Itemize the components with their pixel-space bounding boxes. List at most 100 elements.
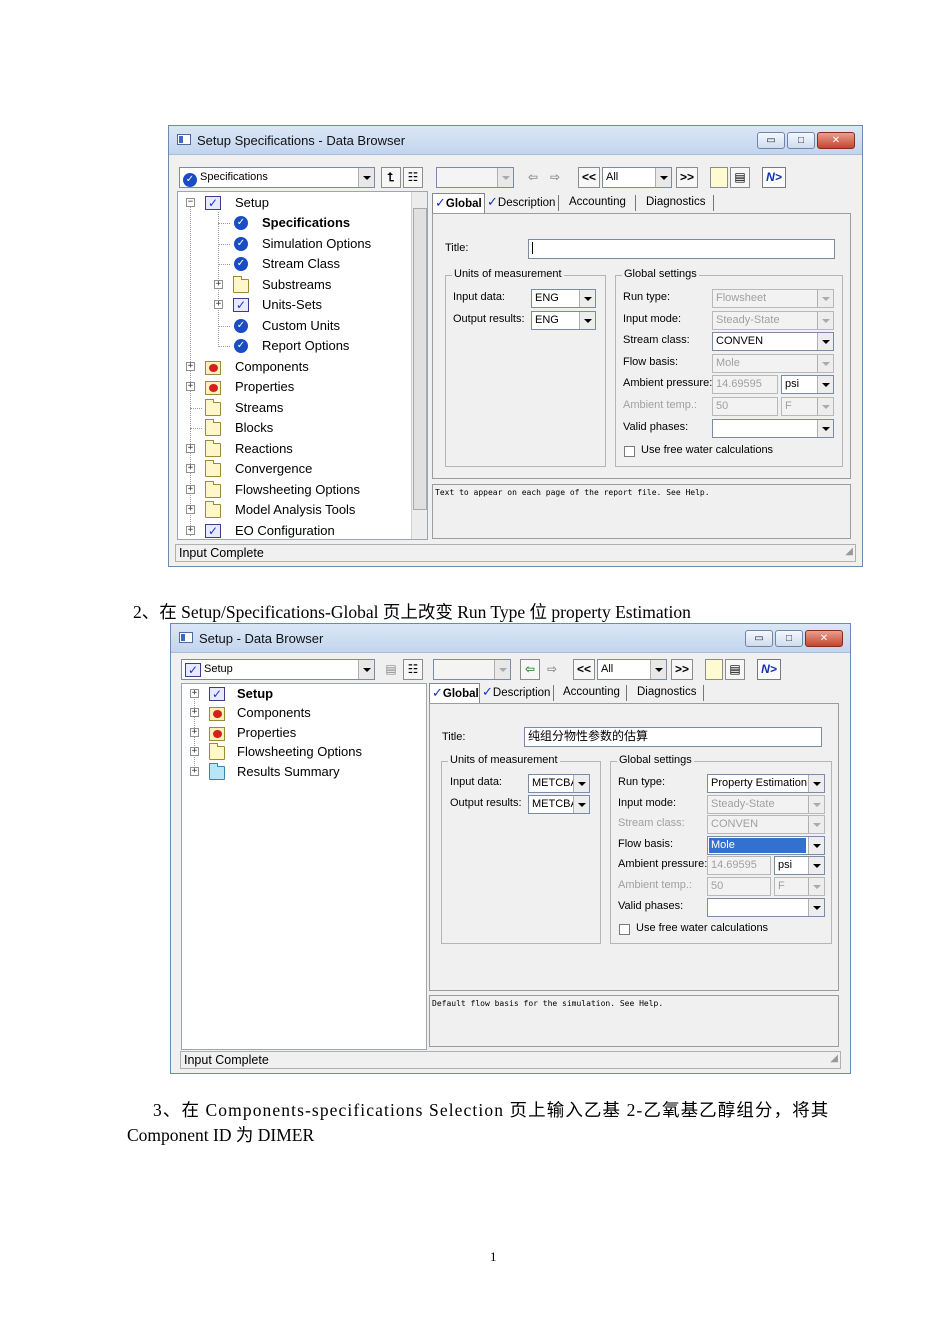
expander-icon[interactable]: +	[190, 689, 199, 698]
object-combo[interactable]	[436, 167, 514, 188]
tree-item-custom-units[interactable]: ✓ Custom Units	[178, 317, 408, 335]
close-button[interactable]: ✕	[805, 630, 843, 647]
nav-combo[interactable]: ✓ Setup	[181, 659, 375, 680]
minimize-button[interactable]: ▭	[745, 630, 773, 647]
tree-item-components[interactable]: + Components	[182, 704, 412, 722]
tab-description[interactable]: ✓Description	[482, 683, 550, 703]
ambient-pressure-unit-select[interactable]: psi	[774, 856, 825, 875]
output-results-select[interactable]: METCBA	[528, 795, 590, 814]
expander-icon[interactable]: +	[214, 300, 223, 309]
status-button[interactable]: ▤	[725, 659, 745, 680]
comment-button[interactable]	[705, 659, 723, 680]
input-data-select[interactable]: ENG	[531, 289, 596, 308]
close-button[interactable]: ✕	[817, 132, 855, 149]
stream-class-select[interactable]: CONVEN	[712, 332, 834, 351]
run-type-select[interactable]: Flowsheet	[712, 289, 834, 308]
tree-toggle-button[interactable]: ☷	[403, 167, 423, 188]
tree-item-eo-configuration[interactable]: + ✓ EO Configuration	[178, 522, 408, 539]
ambient-temp-input[interactable]: 50	[712, 397, 778, 416]
input-mode-select[interactable]: Steady-State	[712, 311, 834, 330]
free-water-checkbox[interactable]	[619, 924, 630, 935]
free-water-checkbox[interactable]	[624, 446, 635, 457]
status-button[interactable]: ▤	[730, 167, 750, 188]
comment-button[interactable]	[710, 167, 728, 188]
expander-icon[interactable]: +	[190, 747, 199, 756]
tree-item-results-summary[interactable]: + Results Summary	[182, 763, 412, 781]
valid-phases-select[interactable]	[707, 898, 825, 917]
tab-diagnostics[interactable]: Diagnostics	[646, 193, 705, 213]
title-input[interactable]: 纯组分物性参数的估算	[524, 727, 822, 747]
filter-combo[interactable]: All	[602, 167, 672, 188]
previous-button[interactable]: <<	[573, 659, 595, 680]
filter-combo[interactable]: All	[597, 659, 667, 680]
next-input-button[interactable]: N>	[757, 659, 781, 680]
expander-icon[interactable]: +	[186, 526, 195, 535]
next-input-button[interactable]: N>	[762, 167, 786, 188]
previous-button[interactable]: <<	[578, 167, 600, 188]
expander-icon[interactable]: +	[186, 362, 195, 371]
ambient-temp-input[interactable]: 50	[707, 877, 771, 896]
forward-arrow-button[interactable]: ⇨	[545, 167, 565, 188]
back-arrow-button[interactable]: ⇦	[520, 659, 540, 680]
tab-accounting[interactable]: Accounting	[569, 193, 626, 213]
scroll-thumb[interactable]	[413, 208, 427, 510]
tab-accounting[interactable]: Accounting	[563, 683, 620, 703]
ambient-temp-unit-select[interactable]: F	[781, 397, 834, 416]
expander-icon[interactable]: +	[186, 505, 195, 514]
ambient-pressure-input[interactable]: 14.69595	[712, 375, 778, 394]
expander-icon[interactable]: +	[186, 444, 195, 453]
resize-grip-icon[interactable]: ◢	[830, 1051, 838, 1067]
output-results-select[interactable]: ENG	[531, 311, 596, 330]
tree-item-streams[interactable]: Streams	[178, 399, 408, 417]
tree-item-specifications[interactable]: ✓ Specifications	[178, 214, 408, 232]
tree-item-model-analysis-tools[interactable]: + Model Analysis Tools	[178, 501, 408, 519]
minimize-button[interactable]: ▭	[757, 132, 785, 149]
expander-icon[interactable]: +	[186, 485, 195, 494]
next-button[interactable]: >>	[676, 167, 698, 188]
flow-basis-select[interactable]: Mole	[712, 354, 834, 373]
input-mode-select[interactable]: Steady-State	[707, 795, 825, 814]
expander-icon[interactable]: +	[190, 728, 199, 737]
tree-item-flowsheeting-options[interactable]: + Flowsheeting Options	[182, 743, 412, 761]
tree-item-reactions[interactable]: + Reactions	[178, 440, 408, 458]
title-input[interactable]	[528, 239, 835, 259]
expander-icon[interactable]: +	[190, 708, 199, 717]
ambient-pressure-unit-select[interactable]: psi	[781, 375, 834, 394]
tree-item-flowsheeting-options[interactable]: + Flowsheeting Options	[178, 481, 408, 499]
tree-item-blocks[interactable]: Blocks	[178, 419, 408, 437]
flow-basis-select[interactable]: Mole	[707, 836, 825, 855]
tree-scrollbar[interactable]	[411, 192, 427, 539]
ambient-temp-unit-select[interactable]: F	[774, 877, 825, 896]
tab-global[interactable]: ✓Global	[432, 193, 485, 213]
tree-toggle-button[interactable]: ☷	[403, 659, 423, 680]
maximize-button[interactable]: □	[787, 132, 815, 149]
tree-item-setup[interactable]: − ✓ Setup	[178, 194, 408, 212]
tree-item-report-options[interactable]: ✓ Report Options	[178, 337, 408, 355]
back-arrow-button[interactable]: ⇦	[523, 167, 543, 188]
run-type-select[interactable]: Property Estimation	[707, 774, 825, 793]
expander-icon[interactable]: +	[190, 767, 199, 776]
resize-grip-icon[interactable]: ◢	[845, 544, 853, 560]
input-data-select[interactable]: METCBA	[528, 774, 590, 793]
next-button[interactable]: >>	[671, 659, 693, 680]
object-combo[interactable]	[433, 659, 511, 680]
tab-global[interactable]: ✓Global	[429, 683, 480, 703]
valid-phases-select[interactable]	[712, 419, 834, 438]
tree-item-units-sets[interactable]: + ✓ Units-Sets	[178, 296, 408, 314]
forward-arrow-button[interactable]: ⇨	[542, 659, 562, 680]
tree-item-stream-class[interactable]: ✓ Stream Class	[178, 255, 408, 273]
ambient-pressure-input[interactable]: 14.69595	[707, 856, 771, 875]
up-folder-button[interactable]: ⮤	[381, 167, 401, 188]
expander-icon[interactable]: +	[186, 382, 195, 391]
tree-item-components[interactable]: + Components	[178, 358, 408, 376]
tree-item-substreams[interactable]: + Substreams	[178, 276, 408, 294]
nav-combo[interactable]: ✓ Specifications	[179, 167, 375, 188]
tree-item-setup[interactable]: + ✓ Setup	[182, 685, 412, 703]
expander-icon[interactable]: −	[186, 198, 195, 207]
expander-icon[interactable]: +	[186, 464, 195, 473]
maximize-button[interactable]: □	[775, 630, 803, 647]
stream-class-select[interactable]: CONVEN	[707, 815, 825, 834]
up-folder-button[interactable]: ▤	[381, 659, 401, 680]
tree-item-properties[interactable]: + Properties	[178, 378, 408, 396]
tree-item-convergence[interactable]: + Convergence	[178, 460, 408, 478]
